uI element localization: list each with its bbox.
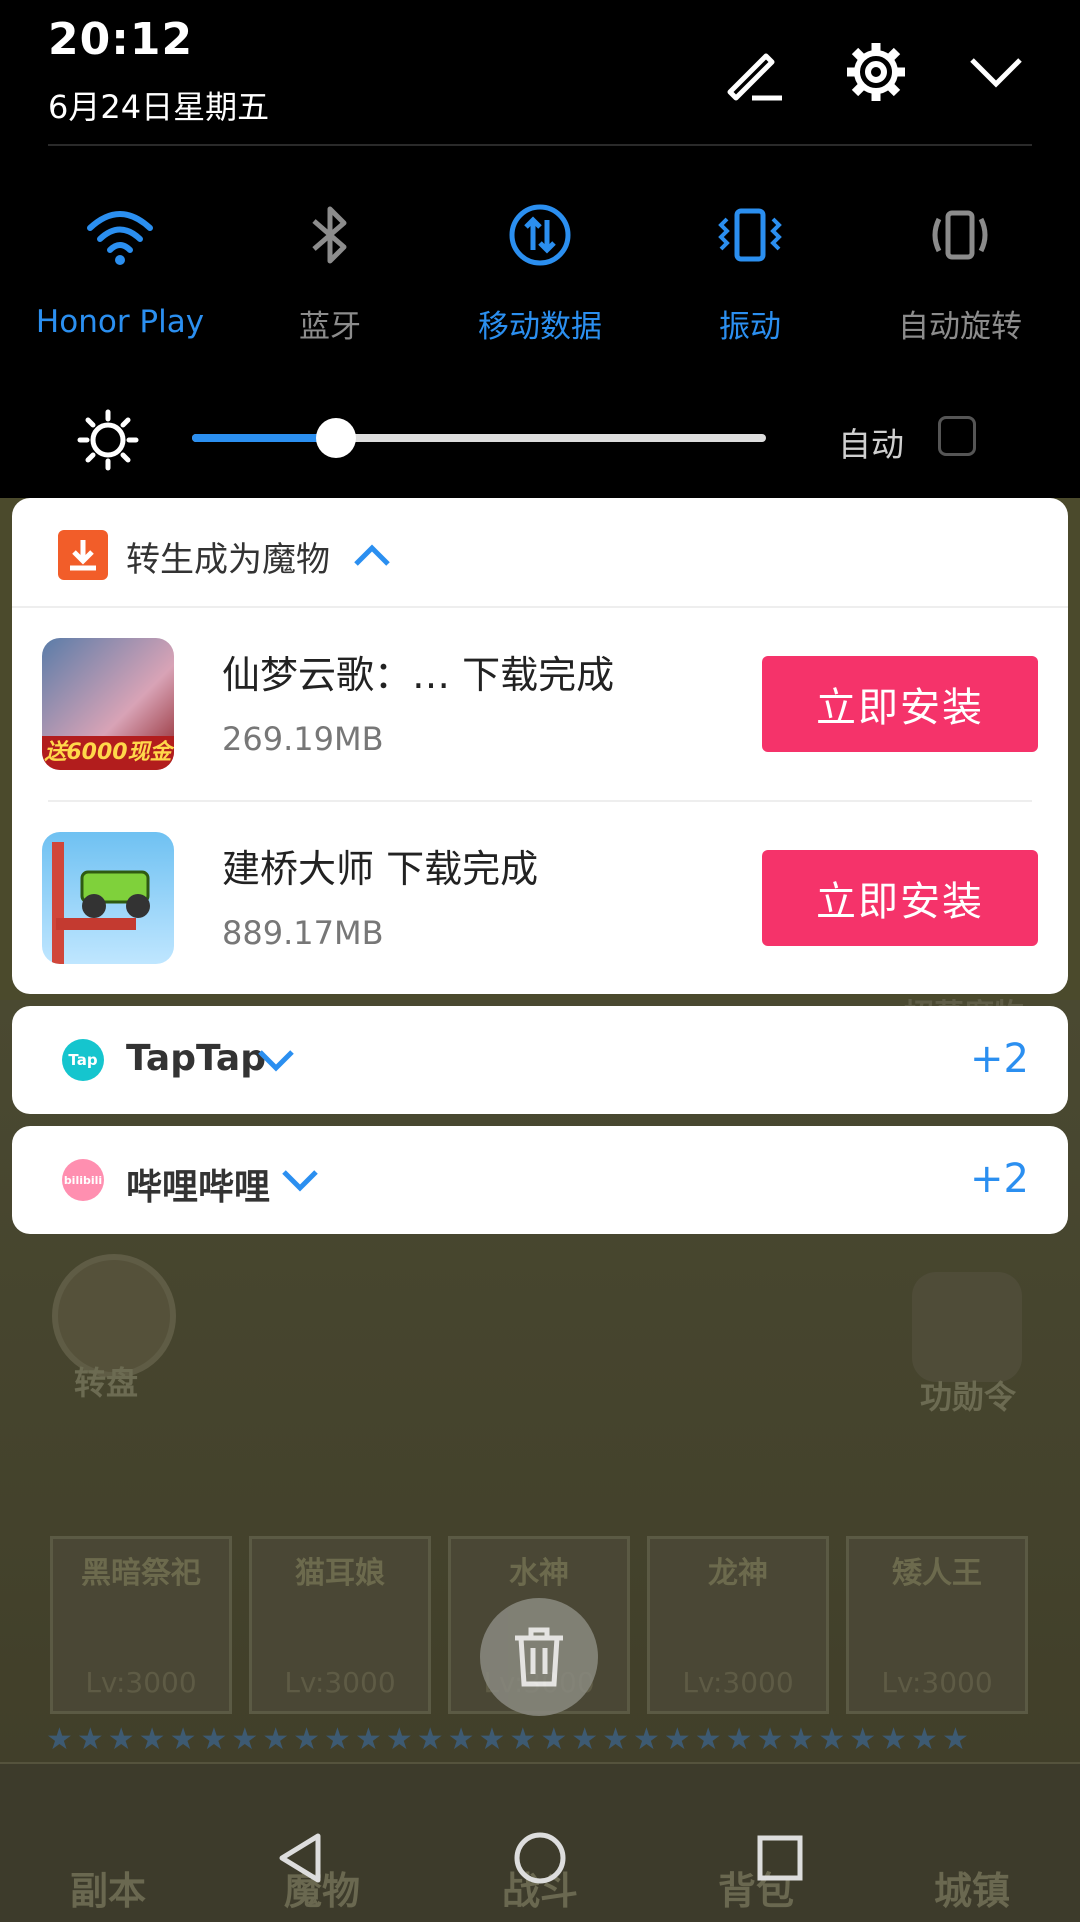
download-item-size: 889.17MB	[222, 914, 384, 952]
back-triangle-icon	[279, 1833, 321, 1883]
download-item-title: 建桥大师 下载完成	[222, 847, 539, 891]
game-tab-town: 城镇	[933, 1869, 1010, 1913]
bilibili-app-name: 哔哩哔哩	[126, 1167, 271, 1208]
toggle-mobile-data[interactable]: 移动数据	[450, 196, 630, 346]
game-medal-label: 功勋令	[920, 1378, 1017, 1416]
install-button[interactable]: 立即安装	[762, 850, 1038, 946]
hero-stars: ★★★★★★★★★★★★★★★★★★★★★★★★★★★★★★	[46, 1722, 973, 1752]
auto-rotate-icon	[920, 196, 1000, 273]
taptap-count: +2	[970, 1036, 1029, 1082]
medal-icon	[912, 1272, 1022, 1382]
bilibili-app-icon: bilibili	[62, 1159, 104, 1201]
date-label: 6月24日星期五	[48, 88, 270, 126]
toggle-auto-rotate-label: 自动旋转	[898, 309, 1022, 345]
download-group-app-name: 转生成为魔物	[126, 540, 330, 580]
recents-square-icon	[757, 1835, 803, 1881]
hero-name: 龙神	[708, 1556, 768, 1591]
vibrate-icon	[710, 196, 790, 273]
game-tab-dungeon: 副本	[69, 1869, 146, 1913]
brightness-slider-handle[interactable]	[316, 418, 356, 458]
app-thumbnail-xianmeng: 送6000现金	[42, 638, 174, 770]
hero-level: Lv:3000	[284, 1666, 396, 1699]
toggle-vibrate-label: 振动	[719, 309, 781, 345]
auto-brightness-checkbox[interactable]	[938, 416, 976, 456]
auto-brightness-label: 自动	[838, 425, 904, 464]
taptap-app-name: TapTap	[126, 1038, 266, 1079]
nav-back-button[interactable]	[260, 1818, 340, 1898]
gear-icon	[847, 43, 905, 101]
brightness-icon	[76, 408, 140, 476]
nav-home-button[interactable]	[500, 1818, 580, 1898]
hero-level: Lv:3000	[881, 1666, 993, 1699]
card-divider	[12, 606, 1068, 608]
download-icon	[58, 530, 108, 580]
nav-recents-button[interactable]	[740, 1818, 820, 1898]
chevron-down-icon[interactable]	[280, 1168, 320, 1200]
chevron-down-icon[interactable]	[256, 1048, 296, 1080]
game-wheel-label: 转盘	[74, 1364, 139, 1402]
thumbnail-promo-text: 送6000现金	[42, 736, 174, 770]
hero-name: 黑暗祭祀	[81, 1556, 201, 1591]
toggle-vibrate[interactable]: 振动	[660, 196, 840, 346]
hero-level: Lv:3000	[682, 1666, 794, 1699]
toggle-bluetooth[interactable]: 蓝牙	[240, 196, 420, 346]
install-button[interactable]: 立即安装	[762, 656, 1038, 752]
hero-name: 矮人王	[892, 1556, 982, 1591]
toggle-auto-rotate[interactable]: 自动旋转	[870, 196, 1050, 346]
collapse-button[interactable]	[954, 30, 1038, 114]
toggle-wifi-label: Honor Play	[35, 304, 205, 340]
edit-button[interactable]	[712, 30, 796, 114]
chevron-up-icon[interactable]	[352, 540, 392, 572]
hero-name: 猫耳娘	[295, 1556, 385, 1591]
hero-name: 水神	[509, 1556, 569, 1591]
header-divider	[48, 144, 1032, 146]
home-circle-icon	[514, 1832, 566, 1884]
clear-notifications-button[interactable]	[480, 1598, 598, 1716]
download-item-title: 仙梦云歌：… 下载完成	[222, 653, 615, 697]
taptap-app-icon: Tap	[62, 1039, 104, 1081]
trash-icon	[515, 1627, 563, 1687]
brightness-slider-fill	[192, 434, 336, 442]
toggle-mobile-data-label: 移动数据	[478, 309, 602, 345]
app-thumbnail-bridge	[42, 832, 174, 964]
download-item-size: 269.19MB	[222, 720, 384, 758]
pencil-icon	[727, 53, 782, 101]
bilibili-count: +2	[970, 1156, 1029, 1202]
wifi-icon	[80, 196, 160, 276]
bluetooth-icon	[290, 196, 370, 273]
chevron-down-icon	[970, 58, 1022, 88]
clock-time: 20:12	[48, 14, 194, 65]
hero-level: Lv:3000	[85, 1666, 197, 1699]
toggle-bluetooth-label: 蓝牙	[299, 309, 361, 345]
toggle-wifi[interactable]: Honor Play	[30, 196, 210, 346]
settings-button[interactable]	[834, 30, 918, 114]
item-divider	[48, 800, 1032, 802]
mobile-data-icon	[500, 196, 580, 273]
